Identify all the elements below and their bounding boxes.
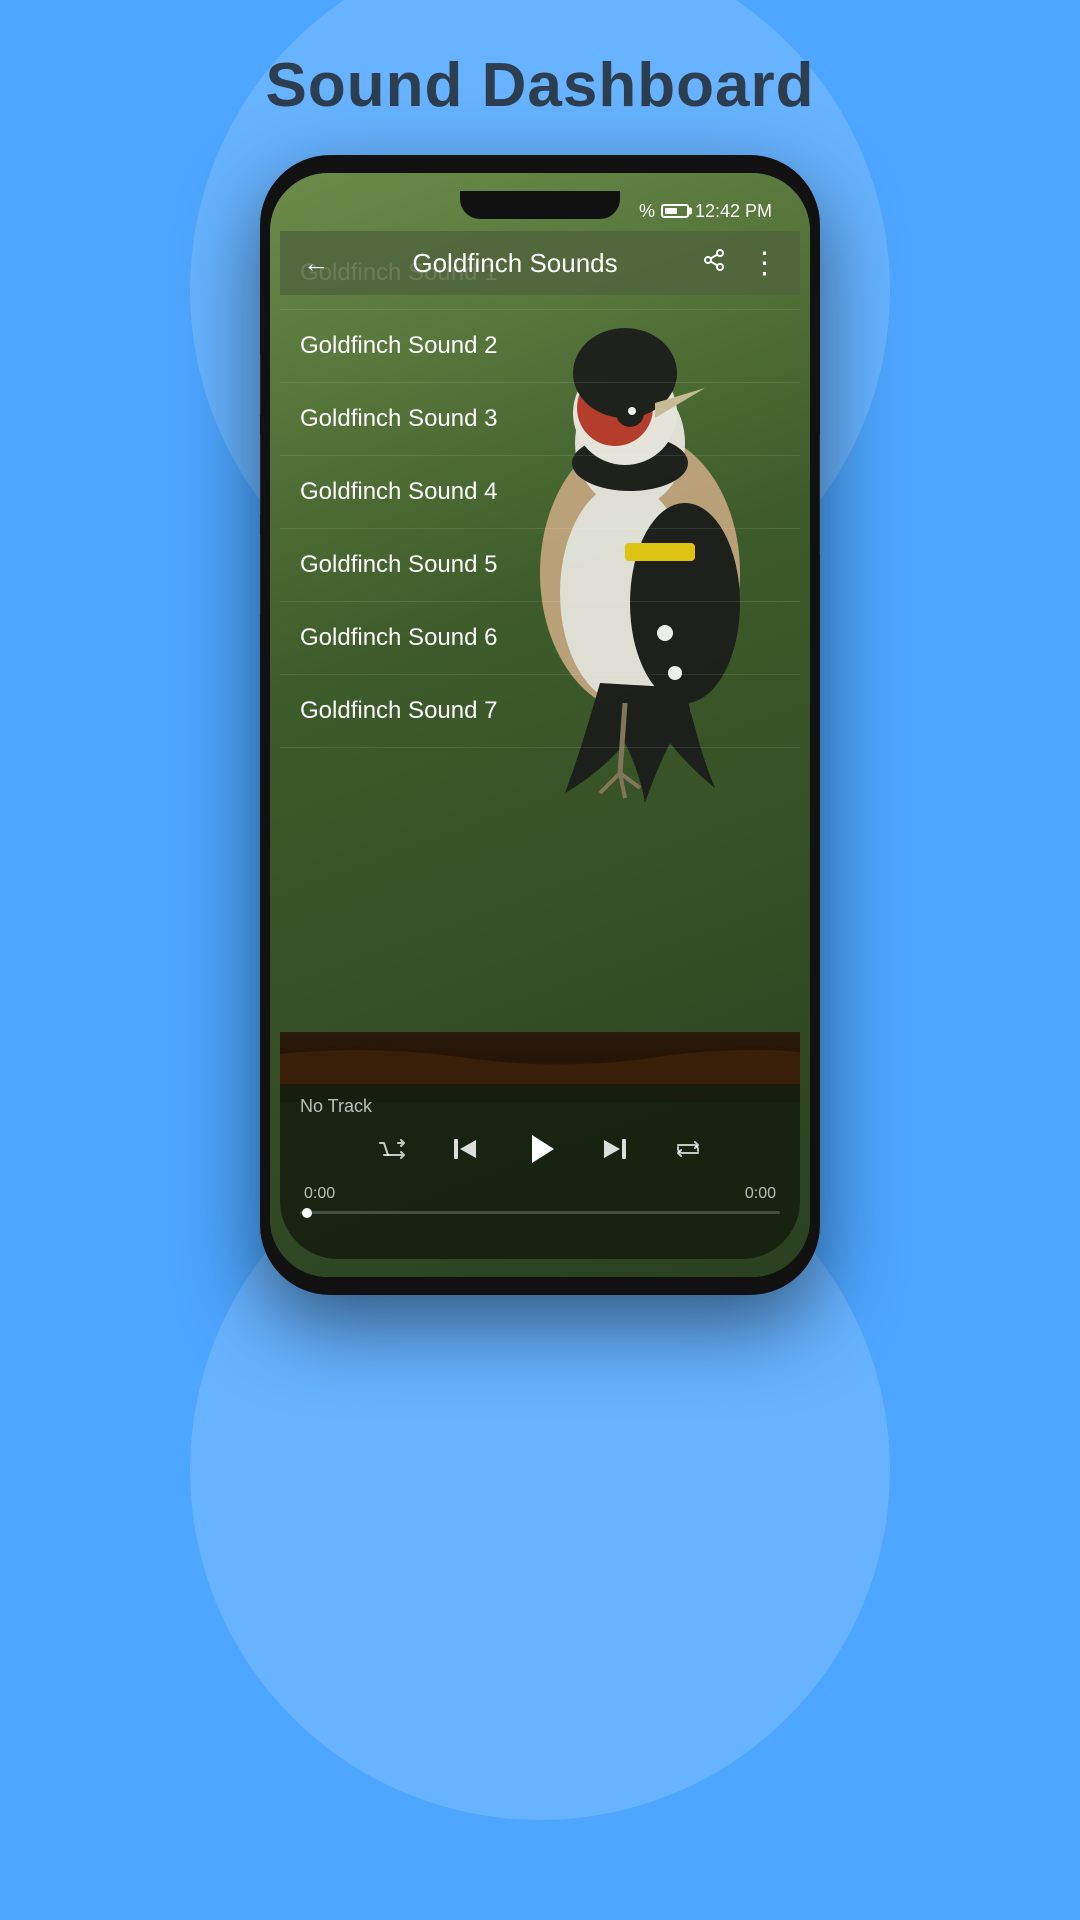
play-button[interactable] <box>518 1127 562 1171</box>
app-bar: ← Goldfinch Sounds ⋮ <box>280 231 800 295</box>
progress-bar[interactable] <box>300 1211 780 1214</box>
notch <box>460 191 620 219</box>
player-controls <box>300 1127 780 1171</box>
sound-item-label-2: Goldfinch Sound 2 <box>300 332 497 359</box>
no-track-label: No Track <box>300 1096 780 1117</box>
time-start: 0:00 <box>304 1185 335 1203</box>
sound-item-label-4: Goldfinch Sound 4 <box>300 478 497 505</box>
repeat-button[interactable] <box>666 1127 710 1171</box>
sound-item-3[interactable]: Goldfinch Sound 3 <box>280 383 800 456</box>
page-title: Sound Dashboard <box>0 50 1080 121</box>
sound-list: Goldfinch Sound 1 Goldfinch Sound 2 Gold… <box>280 237 800 1077</box>
app-bar-title: Goldfinch Sounds <box>348 248 682 279</box>
volume-up-button <box>260 355 261 415</box>
power-button <box>819 435 820 555</box>
volume-down-button <box>260 435 261 515</box>
back-button[interactable]: ← <box>298 248 334 279</box>
next-button[interactable] <box>592 1127 636 1171</box>
sound-item-label-6: Goldfinch Sound 6 <box>300 624 497 651</box>
sound-item-7[interactable]: Goldfinch Sound 7 <box>280 675 800 748</box>
sound-item-6[interactable]: Goldfinch Sound 6 <box>280 602 800 675</box>
sound-item-5[interactable]: Goldfinch Sound 5 <box>280 529 800 602</box>
shuffle-button[interactable] <box>370 1127 414 1171</box>
battery-icon <box>661 204 689 218</box>
sound-item-2[interactable]: Goldfinch Sound 2 <box>280 310 800 383</box>
prev-button[interactable] <box>444 1127 488 1171</box>
silent-button <box>260 535 261 615</box>
phone-mockup: % 12:42 PM ← Goldfinch Sounds <box>260 155 820 1295</box>
sound-item-label-3: Goldfinch Sound 3 <box>300 405 497 432</box>
overflow-menu-button[interactable]: ⋮ <box>746 246 782 281</box>
time-display: 12:42 PM <box>695 201 772 222</box>
progress-indicator <box>302 1208 312 1218</box>
phone-screen: % 12:42 PM ← Goldfinch Sounds <box>270 173 810 1277</box>
time-row: 0:00 0:00 <box>300 1181 780 1207</box>
signal-text: % <box>639 201 655 222</box>
sound-item-label-7: Goldfinch Sound 7 <box>300 697 497 724</box>
status-bar-right: % 12:42 PM <box>639 201 772 222</box>
share-button[interactable] <box>696 248 732 279</box>
player-area: No Track <box>280 1084 800 1259</box>
time-end: 0:00 <box>745 1185 776 1203</box>
sound-item-4[interactable]: Goldfinch Sound 4 <box>280 456 800 529</box>
sound-item-label-5: Goldfinch Sound 5 <box>300 551 497 578</box>
